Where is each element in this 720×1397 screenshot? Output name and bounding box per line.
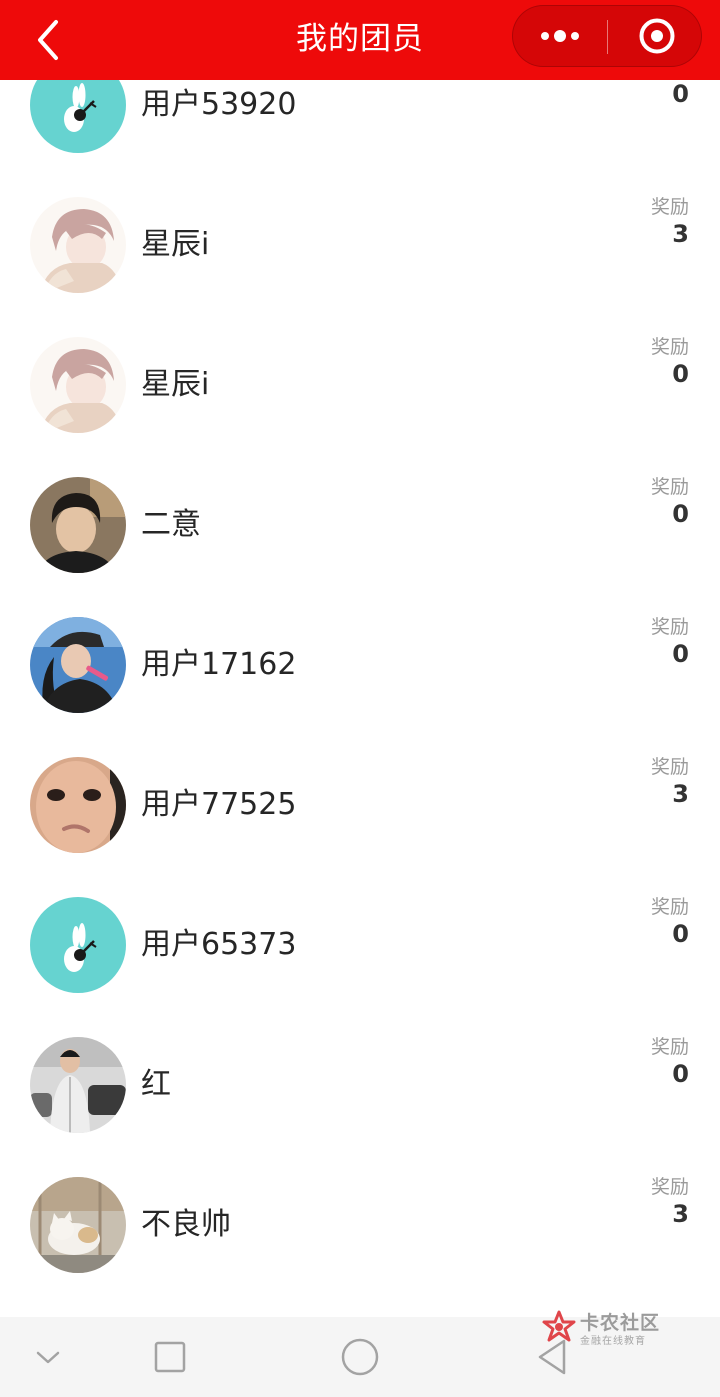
avatar	[30, 757, 126, 853]
mini-program-capsule	[512, 5, 702, 67]
reward-label: 奖励	[650, 1036, 689, 1058]
man-car-avatar-icon	[30, 1037, 126, 1133]
cat-photo-avatar-icon	[30, 1177, 126, 1273]
reward-label: 奖励	[650, 616, 689, 638]
nav-recents-button[interactable]	[140, 1327, 200, 1387]
avatar	[30, 1037, 126, 1133]
list-item[interactable]: 用户77525 奖励 3	[0, 735, 720, 875]
watermark-logo-icon	[542, 1310, 576, 1342]
list-item[interactable]: 红 奖励 0	[0, 1015, 720, 1155]
watermark: 卡农社区 金融在线教育	[540, 1306, 670, 1348]
title-bar: 我的团员	[0, 0, 720, 80]
reward-label: 奖励	[650, 896, 689, 918]
reward-label: 奖励	[650, 1176, 689, 1198]
circle-icon	[341, 1338, 379, 1376]
list-item[interactable]: 星辰i 奖励 0	[0, 315, 720, 455]
member-name: 不良帅	[141, 1207, 231, 1242]
anime-boy-avatar-icon	[30, 337, 126, 433]
rabbit-avatar-icon	[30, 897, 126, 993]
target-close-icon	[639, 18, 675, 54]
list-item[interactable]: 用户65373 奖励 0	[0, 875, 720, 1015]
reward-value: 0	[672, 80, 689, 108]
reward-value: 3	[672, 780, 689, 808]
member-name: 二意	[141, 507, 201, 542]
member-name: 用户17162	[141, 647, 297, 682]
avatar	[30, 477, 126, 573]
reward-value: 0	[672, 640, 689, 668]
nav-collapse-button[interactable]	[18, 1327, 78, 1387]
avatar	[30, 197, 126, 293]
more-dots-icon	[541, 30, 579, 42]
close-mini-program-button[interactable]	[609, 6, 701, 66]
reward-label: 奖励	[650, 476, 689, 498]
avatar	[30, 337, 126, 433]
avatar	[30, 897, 126, 993]
member-name: 用户65373	[141, 927, 297, 962]
member-name: 用户77525	[141, 787, 297, 822]
chevron-down-icon	[36, 1351, 60, 1364]
capsule-divider	[607, 20, 608, 54]
boy-photo-avatar-icon	[30, 477, 126, 573]
nav-home-button[interactable]	[330, 1327, 390, 1387]
member-name: 用户53920	[141, 87, 297, 122]
reward-value: 0	[672, 920, 689, 948]
watermark-subtitle: 金融在线教育	[580, 1336, 646, 1347]
square-icon	[154, 1341, 186, 1373]
list-item[interactable]: 不良帅 奖励 3	[0, 1155, 720, 1295]
reward-value: 0	[672, 360, 689, 388]
reward-label: 奖励	[650, 196, 689, 218]
member-list: 用户53920 奖励 0 星辰i 奖励 3	[0, 35, 720, 1295]
reward-value: 0	[672, 1060, 689, 1088]
reward-value: 0	[672, 500, 689, 528]
more-button[interactable]	[513, 6, 607, 66]
reward-label: 奖励	[650, 756, 689, 778]
list-item[interactable]: 星辰i 奖励 3	[0, 175, 720, 315]
reward-label: 奖励	[650, 336, 689, 358]
reward-value: 3	[672, 220, 689, 248]
avatar	[30, 1177, 126, 1273]
member-name: 星辰i	[141, 367, 210, 402]
list-item[interactable]: 用户17162 奖励 0	[0, 595, 720, 735]
member-name: 红	[141, 1067, 171, 1102]
watermark-title: 卡农社区	[580, 1312, 661, 1334]
member-name: 星辰i	[141, 227, 210, 262]
avatar	[30, 617, 126, 713]
child-photo-avatar-icon	[30, 757, 126, 853]
list-item[interactable]: 二意 奖励 0	[0, 455, 720, 595]
anime-boy-avatar-icon	[30, 197, 126, 293]
reward-value: 3	[672, 1200, 689, 1228]
girl-cap-avatar-icon	[30, 617, 126, 713]
